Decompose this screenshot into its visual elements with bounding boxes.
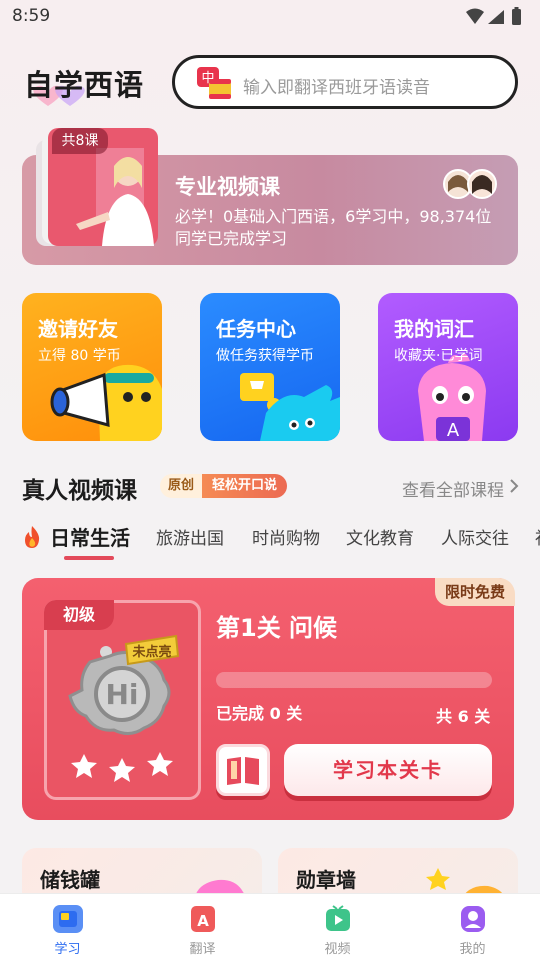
- free-badge: 限时免费: [435, 578, 515, 606]
- section-tag: 原创 轻松开口说: [160, 474, 288, 498]
- pro-course-title: 专业视频课: [175, 175, 280, 199]
- pro-course-description: 必学！0基础入门西语，6学习中，98,374位同学已完成学习: [175, 207, 492, 248]
- svg-text:A: A: [447, 420, 460, 441]
- status-bar: 8:59: [0, 0, 540, 34]
- lesson-progress-bar: [216, 672, 492, 688]
- total-count: 共 6 关: [436, 707, 491, 726]
- completed-count: 已完成 0 关: [216, 704, 303, 723]
- book-icon: [227, 757, 259, 785]
- tag-slogan: 轻松开口说: [202, 474, 288, 498]
- my-vocabulary-title: 我的词汇: [394, 317, 474, 341]
- star-icon: [109, 758, 135, 782]
- medal-text: Hi: [105, 678, 138, 711]
- tab-bar-translate-label: 翻译: [189, 942, 216, 957]
- profile-icon: [461, 906, 485, 932]
- my-vocabulary-tile[interactable]: A 我的词汇 收藏夹·已学词: [378, 293, 518, 441]
- tab-daily-life[interactable]: 日常生活: [50, 522, 130, 551]
- bottom-tab-bar: 学习 A 翻译 视频 我的: [0, 893, 540, 960]
- tab-travel[interactable]: 旅游出国: [156, 524, 224, 549]
- search-placeholder: 输入即翻译西班牙语读音: [243, 78, 430, 98]
- search-bar[interactable]: 中 输入即翻译西班牙语读音: [172, 55, 518, 109]
- view-all-courses-link[interactable]: 查看全部课程: [402, 476, 504, 501]
- my-vocabulary-subtitle: 收藏夹·已学词: [394, 348, 483, 364]
- star-rating: [71, 752, 173, 782]
- study-icon: [53, 905, 83, 933]
- task-center-tile[interactable]: 任务中心 做任务获得学币: [200, 293, 340, 441]
- category-tabs: 日常生活 旅游出国 时尚购物 文化教育 人际交往 社: [0, 520, 540, 560]
- invite-friends-tile[interactable]: 邀请好友 立得 80 学币: [22, 293, 162, 441]
- course-book-button[interactable]: [216, 744, 270, 796]
- tab-culture-education[interactable]: 文化教育: [346, 524, 414, 549]
- tab-bar-video[interactable]: 视频: [270, 894, 405, 960]
- tab-partial[interactable]: 社: [535, 524, 540, 549]
- status-icons: [466, 7, 521, 25]
- app-title: 自学西语: [24, 68, 145, 102]
- translate-icon: A: [191, 906, 215, 932]
- hi-medal-icon: Hi 未点亮: [68, 634, 180, 735]
- tag-original: 原创: [160, 474, 203, 498]
- tab-bar-profile-label: 我的: [459, 942, 486, 957]
- task-center-subtitle: 做任务获得学币: [216, 348, 314, 364]
- star-icon: [147, 752, 173, 776]
- tab-social[interactable]: 人际交往: [441, 524, 509, 549]
- study-level-button[interactable]: 学习本关卡: [284, 744, 492, 796]
- invite-friends-subtitle: 立得 80 学币: [38, 348, 121, 364]
- tab-bar-video-label: 视频: [324, 942, 351, 957]
- active-tab-indicator: [64, 556, 114, 560]
- video-section-title: 真人视频课: [22, 478, 137, 504]
- course-count-badge: 共8课: [52, 128, 108, 154]
- battery-icon: [512, 9, 521, 25]
- learner-avatars: [443, 169, 497, 199]
- tab-bar-translate[interactable]: A 翻译: [135, 894, 270, 960]
- tab-bar-profile[interactable]: 我的: [405, 894, 540, 960]
- wifi-icon: [466, 8, 484, 24]
- task-center-title: 任务中心: [216, 317, 296, 341]
- status-time: 8:59: [12, 6, 51, 26]
- signal-icon: [488, 10, 504, 24]
- star-icon: [71, 754, 97, 778]
- video-icon: [326, 905, 350, 931]
- tab-bar-study-label: 学习: [54, 942, 81, 957]
- tab-shopping[interactable]: 时尚购物: [252, 524, 320, 549]
- tab-bar-study[interactable]: 学习: [0, 894, 135, 960]
- medal-status: 未点亮: [131, 644, 171, 660]
- lesson-title: 第1关 问候: [216, 614, 338, 642]
- invite-friends-title: 邀请好友: [38, 317, 118, 341]
- language-flag-icon: 中: [197, 67, 231, 99]
- svg-text:A: A: [197, 912, 209, 930]
- chevron-right-icon[interactable]: [508, 478, 520, 494]
